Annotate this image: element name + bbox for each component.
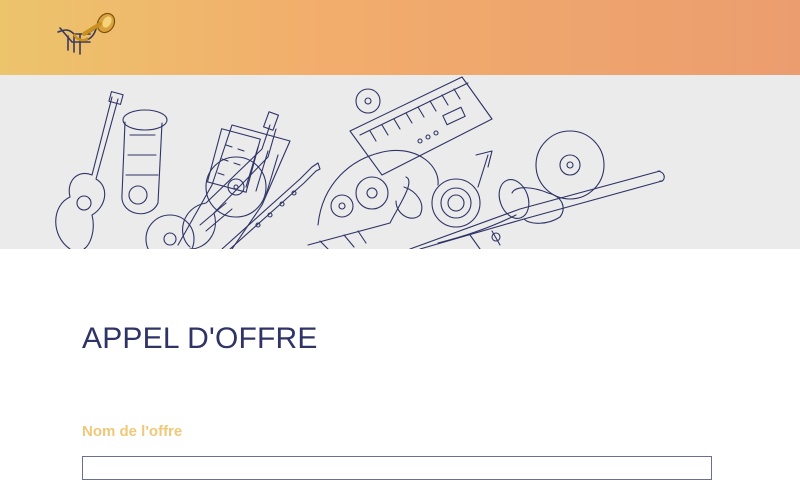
musical-instruments-illustration [55,76,665,249]
page-title: APPEL D'OFFRE [82,322,318,355]
hero-banner [0,75,800,249]
offer-name-input[interactable] [82,456,712,480]
offer-name-label: Nom de l'offre [82,423,183,440]
top-header [0,0,800,75]
trumpet-logo-icon[interactable] [50,10,122,62]
